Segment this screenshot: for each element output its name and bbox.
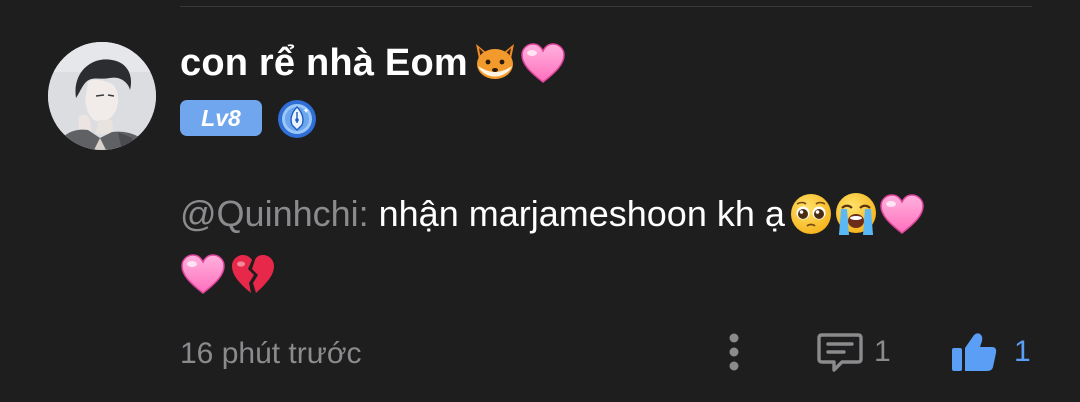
comment-text-line-2 <box>180 250 276 298</box>
comment-text-line-1: @Quinhchi: nhận marjameshoon kh ạ <box>180 190 925 238</box>
pink-heart-emoji <box>521 43 565 83</box>
reply-button[interactable]: 1 <box>816 330 891 374</box>
pink-heart-emoji <box>880 194 924 234</box>
comment-text: nhận marjameshoon kh ạ <box>378 193 785 234</box>
like-count: 1 <box>1014 335 1031 368</box>
crying-face-emoji <box>835 193 876 235</box>
thumbs-up-icon <box>952 333 997 371</box>
pink-heart-emoji <box>181 254 225 294</box>
fox-emoji <box>475 44 514 79</box>
level-badge: Lv8 <box>180 100 262 136</box>
avatar-image <box>48 42 156 150</box>
comment-bubble-icon <box>817 333 863 372</box>
reply-count: 1 <box>874 335 891 368</box>
broken-heart-emoji <box>232 255 274 293</box>
fountain-pen-badge-icon <box>278 100 316 138</box>
pleading-face-emoji <box>790 194 831 234</box>
like-button[interactable]: 1 <box>950 330 1031 374</box>
timestamp: 16 phút trước <box>180 337 362 370</box>
comment-screen: con rể nhà Eom Lv8 @Quinhchi: nhận marja… <box>0 0 1080 402</box>
mention-link[interactable]: @Quinhchi: <box>180 193 369 235</box>
username[interactable]: con rể nhà Eom <box>180 38 566 88</box>
avatar[interactable] <box>48 42 156 150</box>
divider <box>180 6 1032 7</box>
username-text: con rể nhà Eom <box>180 41 468 84</box>
vertical-dots-icon <box>729 333 739 371</box>
more-options-button[interactable] <box>718 328 750 376</box>
